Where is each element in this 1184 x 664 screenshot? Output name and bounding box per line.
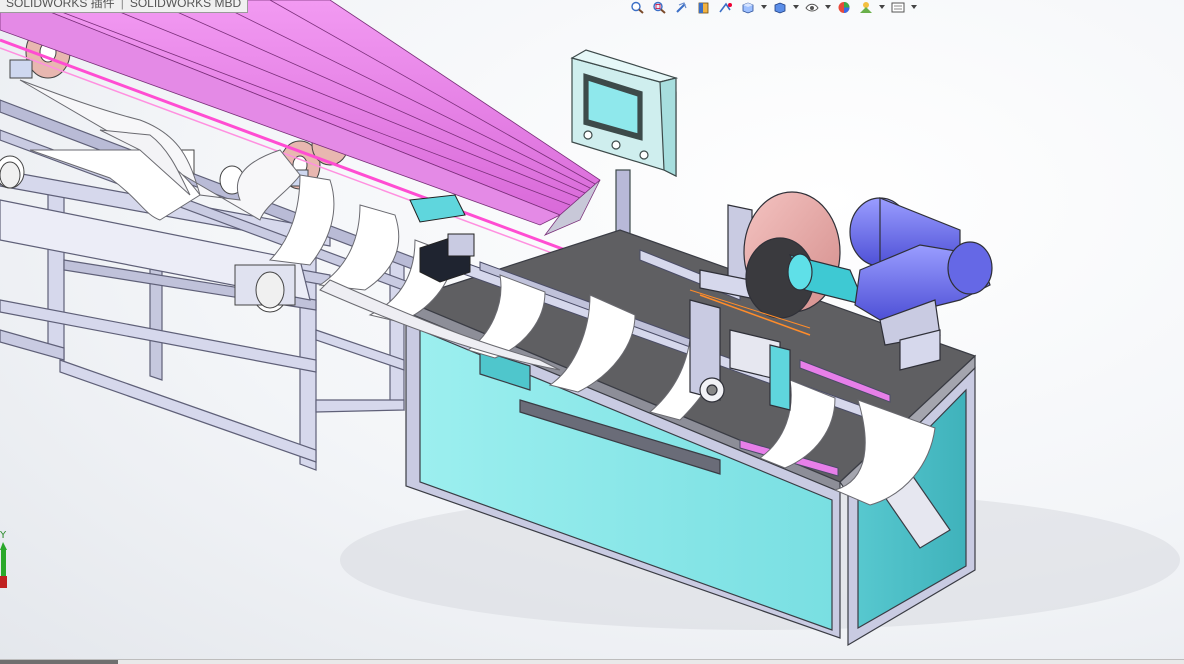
- hide-show-items-button[interactable]: [802, 0, 822, 14]
- display-style-icon: [774, 2, 786, 13]
- triad-y-label: Y: [0, 530, 7, 541]
- display-style-button[interactable]: [770, 0, 790, 14]
- zoom-to-area-button[interactable]: [650, 0, 670, 14]
- tab-solidworks-mbd[interactable]: SOLIDWORKS MBD: [124, 0, 247, 12]
- model-tab-indicator[interactable]: [0, 660, 118, 664]
- tab-solidworks-addins[interactable]: SOLIDWORKS 插件: [0, 0, 121, 12]
- apply-scene-dropdown[interactable]: [878, 0, 886, 14]
- display-style-dropdown[interactable]: [792, 0, 800, 14]
- heads-up-view-toolbar: [628, 0, 918, 14]
- dynamic-annotation-button[interactable]: [716, 0, 736, 14]
- apply-scene-button[interactable]: [856, 0, 876, 14]
- chevron-down-icon: [825, 5, 831, 9]
- control-box: [570, 49, 679, 261]
- previous-view-icon: [676, 1, 687, 13]
- previous-view-button[interactable]: [672, 0, 692, 14]
- hide-show-items-icon: [805, 3, 819, 11]
- section-view-button[interactable]: [694, 0, 714, 14]
- view-settings-button[interactable]: [888, 0, 908, 14]
- hide-show-items-dropdown[interactable]: [824, 0, 832, 14]
- command-manager-tabs: SOLIDWORKS 插件 | SOLIDWORKS MBD: [0, 0, 249, 13]
- edit-appearance-button[interactable]: [834, 0, 854, 14]
- view-settings-dropdown[interactable]: [910, 0, 918, 14]
- zoom-to-fit-button[interactable]: [628, 0, 648, 14]
- dynamic-annotation-view-icon: [719, 2, 732, 12]
- stepper-motor: [409, 194, 475, 283]
- view-orientation-icon: [742, 2, 754, 13]
- model-viewport[interactable]: [0, 0, 1184, 664]
- zoom-to-area-icon: [653, 1, 666, 14]
- edit-appearance-icon: [838, 1, 850, 13]
- reference-triad: Y: [0, 530, 7, 588]
- section-view-icon: [698, 2, 709, 13]
- chevron-down-icon: [879, 5, 885, 9]
- view-settings-icon: [891, 2, 905, 12]
- view-orientation-button[interactable]: [738, 0, 758, 14]
- apply-scene-icon: [860, 1, 872, 13]
- zoom-to-fit-icon: [631, 1, 644, 14]
- chevron-down-icon: [793, 5, 799, 9]
- bottom-tab-strip: [0, 659, 1184, 664]
- chevron-down-icon: [761, 5, 767, 9]
- view-orientation-dropdown[interactable]: [760, 0, 768, 14]
- chevron-down-icon: [911, 5, 917, 9]
